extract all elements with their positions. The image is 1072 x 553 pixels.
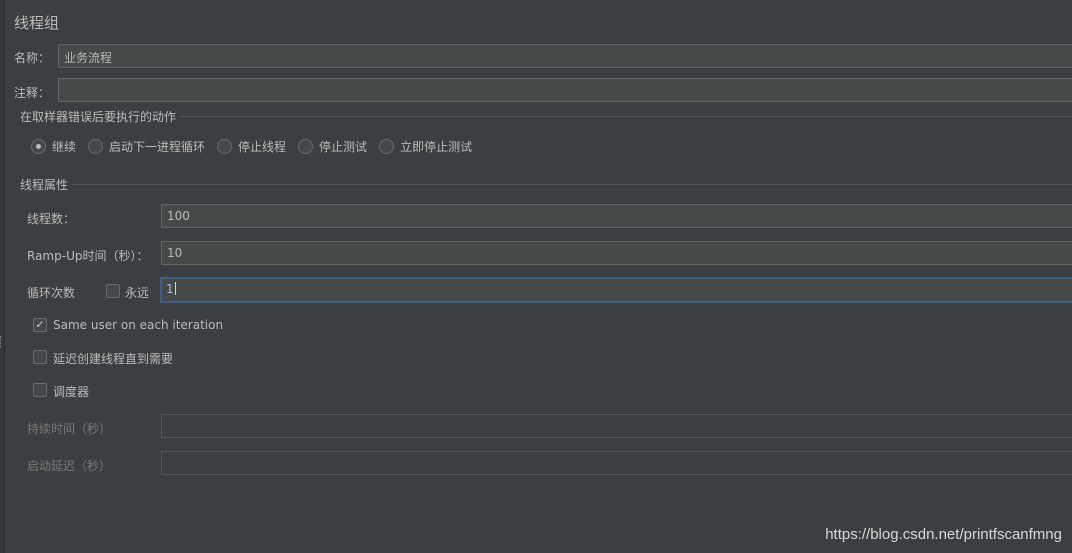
startup-delay-input[interactable] — [161, 451, 1072, 475]
error-action-group-border — [180, 116, 1072, 117]
delay-create-label: 延迟创建线程直到需要 — [53, 352, 174, 366]
comment-label: 注释： — [14, 86, 51, 100]
same-user-label: Same user on each iteration — [53, 318, 224, 332]
radio-unchecked-icon[interactable] — [217, 138, 233, 154]
left-panel-edge — [0, 0, 5, 553]
radio-checked-icon[interactable] — [31, 138, 46, 154]
radio-stop-thread[interactable]: 停止线程 — [217, 138, 286, 155]
name-label: 名称： — [14, 51, 51, 65]
forever-checkbox[interactable] — [106, 284, 120, 298]
radio-unchecked-icon[interactable] — [88, 138, 104, 154]
radio-unchecked-icon[interactable] — [298, 138, 314, 154]
loop-count-value: 1 — [166, 282, 174, 296]
radio-label: 停止线程 — [238, 139, 287, 154]
startup-delay-label: 启动延迟（秒） — [27, 459, 112, 473]
error-action-radio-group: 继续 启动下一进程循环 停止线程 停止测试 立即停止测试 — [31, 137, 484, 155]
check-icon: ✓ — [35, 318, 45, 331]
watermark: https://blog.csdn.net/printfscanfmng — [825, 526, 1062, 543]
radio-label: 启动下一进程循环 — [109, 139, 206, 154]
text-caret — [174, 282, 176, 295]
radio-stop-test[interactable]: 停止测试 — [298, 138, 367, 155]
name-input[interactable]: 业务流程 — [58, 44, 1072, 68]
loop-count-input[interactable]: 1 — [160, 277, 1072, 303]
thread-props-group-title: 线程属性 — [20, 176, 73, 193]
num-threads-label: 线程数： — [27, 212, 76, 226]
panel-title: 线程组 — [14, 14, 60, 32]
radio-label: 停止测试 — [319, 139, 368, 154]
radio-stop-test-now[interactable]: 立即停止测试 — [379, 138, 472, 155]
thread-props-group-border — [72, 184, 1072, 185]
duration-label: 持续时间（秒） — [27, 422, 112, 436]
same-user-checkbox[interactable]: ✓ — [33, 318, 47, 332]
loop-count-label: 循环次数 — [27, 286, 76, 300]
delay-create-checkbox[interactable] — [33, 350, 47, 364]
radio-label: 立即停止测试 — [400, 139, 473, 154]
forever-label: 永远 — [125, 286, 150, 300]
ramp-up-input[interactable]: 10 — [161, 241, 1072, 265]
comment-input[interactable] — [58, 78, 1072, 102]
scheduler-label: 调度器 — [53, 385, 90, 399]
radio-label: 继续 — [52, 139, 77, 154]
radio-continue[interactable]: 继续 — [31, 138, 76, 155]
radio-start-next-loop[interactable]: 启动下一进程循环 — [88, 138, 205, 155]
duration-input[interactable] — [161, 414, 1072, 438]
radio-unchecked-icon[interactable] — [379, 138, 395, 154]
ramp-up-label: Ramp-Up时间（秒）： — [27, 249, 149, 263]
scheduler-checkbox[interactable] — [33, 383, 47, 397]
splitter-grip-icon[interactable] — [0, 336, 4, 348]
num-threads-input[interactable]: 100 — [161, 204, 1072, 228]
error-action-group-title: 在取样器错误后要执行的动作 — [20, 108, 181, 125]
